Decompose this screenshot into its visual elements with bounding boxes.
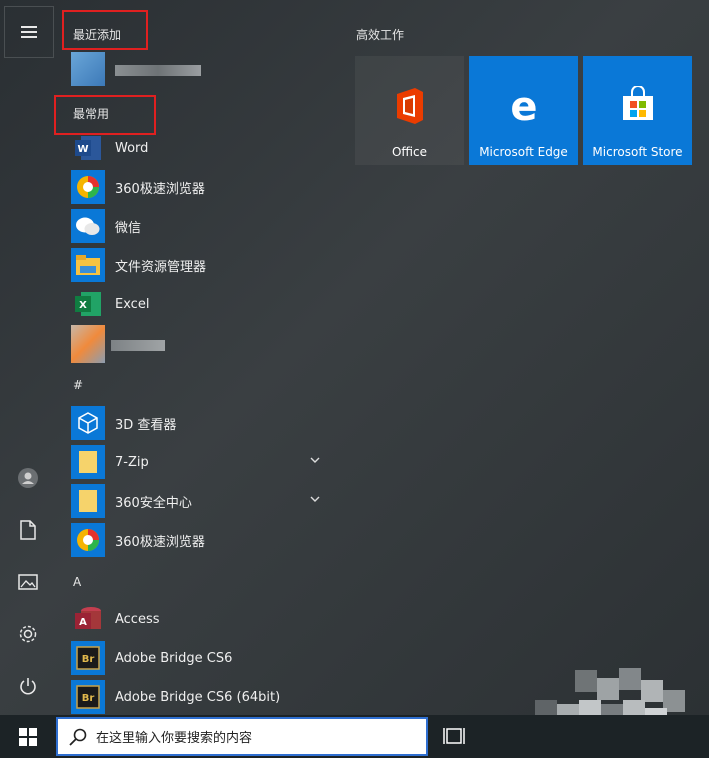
power-icon xyxy=(20,678,36,695)
chevron-down-icon xyxy=(310,457,320,463)
adobe-bridge-icon: Br xyxy=(71,680,105,714)
svg-text:Br: Br xyxy=(82,693,95,704)
chevron-down-icon xyxy=(310,496,320,502)
blurred-app-label xyxy=(111,340,165,351)
app-item-360-browser[interactable]: 360极速浏览器 xyxy=(71,169,205,205)
documents-button[interactable] xyxy=(14,516,42,544)
power-button[interactable] xyxy=(14,672,42,700)
tile-label: Microsoft Store xyxy=(592,145,683,159)
app-label: Adobe Bridge CS6 xyxy=(115,650,233,666)
app-item-3d-viewer[interactable]: 3D 查看器 xyxy=(71,405,176,441)
edge-icon: e xyxy=(510,86,537,126)
tile-microsoft-store[interactable]: Microsoft Store xyxy=(583,56,692,165)
app-label: Adobe Bridge CS6 (64bit) xyxy=(115,689,281,705)
hamburger-icon xyxy=(21,26,37,38)
tile-group-header[interactable]: 高效工作 xyxy=(356,26,404,43)
360-browser-icon xyxy=(71,170,105,204)
file-explorer-icon xyxy=(71,248,105,282)
search-icon xyxy=(69,728,87,746)
office-icon xyxy=(396,88,423,124)
task-view-icon[interactable] xyxy=(443,725,467,749)
blurred-app-icon xyxy=(71,52,105,86)
app-item-wechat[interactable]: 微信 xyxy=(71,208,141,244)
app-label: 360极速浏览器 xyxy=(115,534,205,550)
app-label: 360安全中心 xyxy=(115,495,192,511)
store-icon xyxy=(622,86,653,120)
folder-icon xyxy=(71,445,105,479)
3d-viewer-icon xyxy=(71,406,105,440)
blurred-app-icon xyxy=(71,325,105,363)
app-item-file-explorer[interactable]: 文件资源管理器 xyxy=(71,247,206,283)
app-label: 360极速浏览器 xyxy=(115,181,205,197)
taskbar: 在这里输入你要搜索的内容 xyxy=(0,715,709,758)
recent-header: 最近添加 xyxy=(73,28,122,42)
settings-button[interactable] xyxy=(14,620,42,648)
user-avatar-icon xyxy=(18,468,38,488)
excel-icon: X xyxy=(71,287,105,321)
app-label: Excel xyxy=(115,296,150,312)
recent-item-blurred[interactable] xyxy=(71,52,211,88)
expand-menu-button[interactable] xyxy=(4,6,54,58)
app-item-excel[interactable]: X Excel xyxy=(71,286,149,322)
app-folder-7zip[interactable]: 7-Zip xyxy=(71,444,335,480)
app-label: 7-Zip xyxy=(115,454,149,470)
taskbar-search-box[interactable]: 在这里输入你要搜索的内容 xyxy=(56,717,428,756)
tile-microsoft-edge[interactable]: e Microsoft Edge xyxy=(469,56,578,165)
app-item-adobe-bridge[interactable]: Br Adobe Bridge CS6 xyxy=(71,640,232,676)
section-header-hash[interactable]: # xyxy=(73,378,83,392)
tile-office[interactable]: Office xyxy=(355,56,464,165)
svg-text:A: A xyxy=(79,617,87,628)
app-label: Word xyxy=(115,140,149,156)
word-icon: W xyxy=(71,131,105,165)
app-item-access[interactable]: A Access xyxy=(71,601,160,637)
folder-icon xyxy=(71,484,105,518)
app-folder-360-security[interactable]: 360安全中心 xyxy=(71,483,335,519)
user-account-button[interactable] xyxy=(14,464,42,492)
pictures-button[interactable] xyxy=(14,568,42,596)
section-header-a[interactable]: A xyxy=(73,575,81,589)
app-item-360-browser-2[interactable]: 360极速浏览器 xyxy=(71,522,205,558)
gear-icon xyxy=(19,625,37,643)
wechat-icon xyxy=(71,209,105,243)
app-item-adobe-bridge-64[interactable]: Br Adobe Bridge CS6 (64bit) xyxy=(71,679,280,715)
frequent-header: 最常用 xyxy=(73,107,110,121)
search-placeholder: 在这里输入你要搜索的内容 xyxy=(96,731,253,746)
app-label: 3D 查看器 xyxy=(115,417,177,433)
adobe-bridge-icon: Br xyxy=(71,641,105,675)
svg-text:W: W xyxy=(77,144,88,155)
pictures-icon xyxy=(18,574,38,590)
app-label: 微信 xyxy=(115,220,142,236)
start-menu: 最近添加 最常用 W Word 360极速浏览器 微信 文件资源管理器 X Ex… xyxy=(0,0,709,758)
app-label: Access xyxy=(115,611,160,627)
360-browser-icon xyxy=(71,523,105,557)
start-button[interactable] xyxy=(0,715,56,758)
frequent-item-blurred[interactable] xyxy=(71,325,171,365)
start-rail xyxy=(0,0,57,715)
svg-text:Br: Br xyxy=(82,654,95,665)
tile-label: Microsoft Edge xyxy=(479,145,568,159)
windows-logo-icon xyxy=(19,727,37,746)
svg-text:X: X xyxy=(79,300,87,311)
tile-label: Office xyxy=(391,145,428,159)
access-icon: A xyxy=(71,602,105,636)
blurred-app-label xyxy=(115,65,201,76)
svg-text:e: e xyxy=(510,86,537,126)
app-list[interactable]: 最近添加 最常用 W Word 360极速浏览器 微信 文件资源管理器 X Ex… xyxy=(54,0,342,715)
app-label: 文件资源管理器 xyxy=(115,259,207,275)
document-icon xyxy=(20,520,36,540)
app-item-word[interactable]: W Word xyxy=(71,130,148,166)
